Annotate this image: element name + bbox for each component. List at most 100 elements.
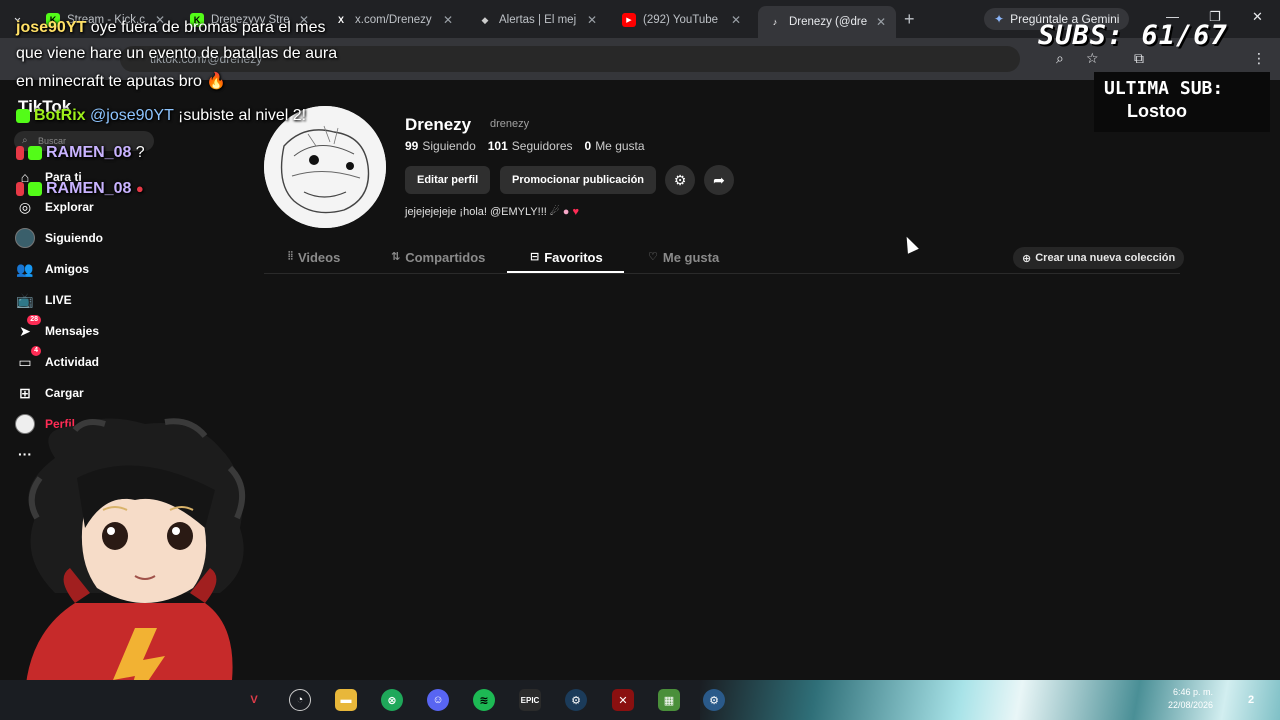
chat-text: ? <box>131 144 145 161</box>
tab-title: (292) YouTube <box>643 14 719 26</box>
likes-count: 0 <box>584 139 592 153</box>
close-window-button[interactable]: ✕ <box>1252 9 1263 25</box>
tab-label: Videos <box>297 250 341 265</box>
sidebar-item-label: Amigos <box>45 262 90 276</box>
bookmark-star-icon[interactable]: ☆ <box>1086 50 1099 67</box>
messages-badge: 28 <box>27 315 41 325</box>
tab-alertas[interactable]: ◆ Alertas | El mej ✕ <box>468 6 607 34</box>
clock-time: 6:46 p. m. <box>1173 687 1214 697</box>
youtube-icon: ▶ <box>622 13 636 27</box>
extensions-icon[interactable]: ⧉ <box>1134 50 1144 67</box>
heart-outline-icon: ♡ <box>648 251 658 263</box>
profile-name: Drenezy <box>405 115 472 134</box>
profile-stats: 99 Siguiendo 101 Seguidores 0 Me gusta <box>405 139 645 153</box>
tab-tiktok-drenezy[interactable]: ♪ Drenezy (@dre ✕ <box>758 6 896 38</box>
tab-x-drenezy[interactable]: X x.com/Drenezy ✕ <box>324 6 463 34</box>
share-arrow-icon[interactable]: ➦ <box>704 165 734 195</box>
compass-icon: ◎ <box>18 198 32 215</box>
vtuber-avatar <box>24 418 246 720</box>
profile-handle: drenezy <box>490 118 530 130</box>
following-label: Siguiendo <box>422 139 476 153</box>
sidebar-item-amigos[interactable]: 👥 Amigos <box>15 258 89 280</box>
notifications-icon[interactable]: 2 <box>1240 689 1262 711</box>
xbox-app-icon[interactable]: ⊗ <box>381 689 403 711</box>
tab-youtube[interactable]: ▶ (292) YouTube ✕ <box>612 6 751 34</box>
tab-title: Alertas | El mej <box>499 14 577 26</box>
tab-favoritos[interactable]: ⊟ Favoritos <box>530 250 603 280</box>
sidebar-item-label: Cargar <box>45 386 84 400</box>
settings-gear-icon[interactable]: ⚙ <box>665 165 695 195</box>
steam-alt-icon[interactable]: ⚙ <box>703 689 725 711</box>
chat-username: jose90YT <box>16 19 87 36</box>
chat-mention: @jose90YT <box>90 107 174 124</box>
chat-text: oye fuera de bromas para el mes <box>86 19 326 36</box>
chat-message: en minecraft te aputas bro 🔥 <box>16 71 226 91</box>
close-icon[interactable]: ✕ <box>731 13 741 27</box>
chat-username: RAMEN_08 <box>46 144 132 161</box>
chat-message: BotRix @jose90YT ¡subiste al nivel 2! <box>16 107 306 125</box>
gemini-icon: ✦ <box>994 12 1005 26</box>
sidebar-item-label: Explorar <box>45 200 94 214</box>
tab-compartidos[interactable]: ⇅ Compartidos <box>391 250 485 280</box>
tab-label: Me gusta <box>662 250 720 265</box>
sidebar-item-label: LIVE <box>45 293 72 307</box>
tab-videos[interactable]: ⦙⦙ Videos <box>288 250 340 280</box>
repost-icon: ⇅ <box>391 251 401 263</box>
activity-icon: ▭ 4 <box>15 346 41 372</box>
sidebar-item-label: Mensajes <box>45 324 100 338</box>
live-tv-icon: 📺 <box>16 291 34 308</box>
chat-message: RAMEN_08 ● <box>16 180 144 198</box>
valorant-icon[interactable]: V <box>243 689 265 711</box>
following-stat[interactable]: 99 Siguiendo <box>405 139 476 153</box>
sidebar-item-siguiendo[interactable]: Siguiendo <box>15 227 103 249</box>
steam-icon[interactable]: ⚙ <box>565 689 587 711</box>
spotify-icon[interactable]: ≋ <box>473 689 495 711</box>
x-logo-icon: X <box>337 15 344 25</box>
game-x-icon[interactable]: ✕ <box>612 689 634 711</box>
followers-count: 101 <box>487 139 508 153</box>
promote-post-button[interactable]: Promocionar publicación <box>500 166 657 194</box>
sidebar-item-live[interactable]: 📺 LIVE <box>15 289 72 311</box>
tiktok-icon: ♪ <box>772 17 778 27</box>
sidebar-item-mensajes[interactable]: ➤ 28 Mensajes <box>15 315 100 342</box>
obs-icon[interactable]: ◔ <box>289 689 311 711</box>
sidebar-item-cargar[interactable]: ⊞ Cargar <box>15 382 84 404</box>
followers-stat[interactable]: 101 Seguidores <box>488 139 573 153</box>
followers-label: Seguidores <box>511 139 573 153</box>
last-sub-title: ULTIMA SUB: <box>1104 78 1224 99</box>
close-icon[interactable]: ✕ <box>443 13 453 27</box>
sidebar-item-explorar[interactable]: ◎ Explorar <box>15 196 94 218</box>
notification-count: 2 <box>1247 694 1255 706</box>
epic-games-icon[interactable]: EPIC <box>519 689 541 711</box>
discord-icon[interactable]: ☺ <box>427 689 449 711</box>
sidebar-item-label: Actividad <box>45 355 100 369</box>
chat-text: que viene hare un evento de batallas de … <box>16 45 338 62</box>
chat-username: BotRix <box>34 107 86 124</box>
edit-profile-button[interactable]: Editar perfil <box>405 166 491 194</box>
kick-badge-icon <box>28 145 42 160</box>
tabs-divider <box>264 273 1180 274</box>
tab-me-gusta[interactable]: ♡ Me gusta <box>648 250 719 280</box>
sidebar-item-label: Siguiendo <box>45 231 103 245</box>
last-sub-name: Lostoo <box>1127 101 1187 121</box>
zoom-icon[interactable]: ⌕ <box>1056 50 1064 67</box>
sidebar-item-actividad[interactable]: ▭ 4 Actividad <box>15 346 100 373</box>
alert-icon: ◆ <box>481 14 489 25</box>
emoji-icons: ☄ ● ♥ <box>549 206 580 218</box>
close-icon[interactable]: ✕ <box>876 15 886 29</box>
new-tab-button[interactable]: + <box>904 9 915 30</box>
close-icon[interactable]: ✕ <box>587 13 597 27</box>
new-collection-button[interactable]: ⊕ Crear una nueva colección <box>1013 247 1185 269</box>
chat-text: ¡subiste al nivel 2! <box>173 107 307 124</box>
activity-badge: 4 <box>31 346 41 356</box>
sub-badge-icon <box>16 145 24 160</box>
file-explorer-icon[interactable]: ▬ <box>335 689 357 711</box>
chat-message: RAMEN_08 ? <box>16 144 145 162</box>
browser-menu-icon[interactable]: ⋮ <box>1252 50 1266 67</box>
minecraft-icon[interactable]: ▦ <box>658 689 680 711</box>
clock-date: 22/08/2026 <box>1168 700 1214 710</box>
chat-message: que viene hare un evento de batallas de … <box>16 45 337 63</box>
kick-badge-icon <box>28 181 42 196</box>
system-clock[interactable]: 6:46 p. m. 22/08/2026 <box>1168 686 1213 712</box>
bio-text: jejejejejeje ¡hola! @EMYLY!!! <box>405 206 547 218</box>
